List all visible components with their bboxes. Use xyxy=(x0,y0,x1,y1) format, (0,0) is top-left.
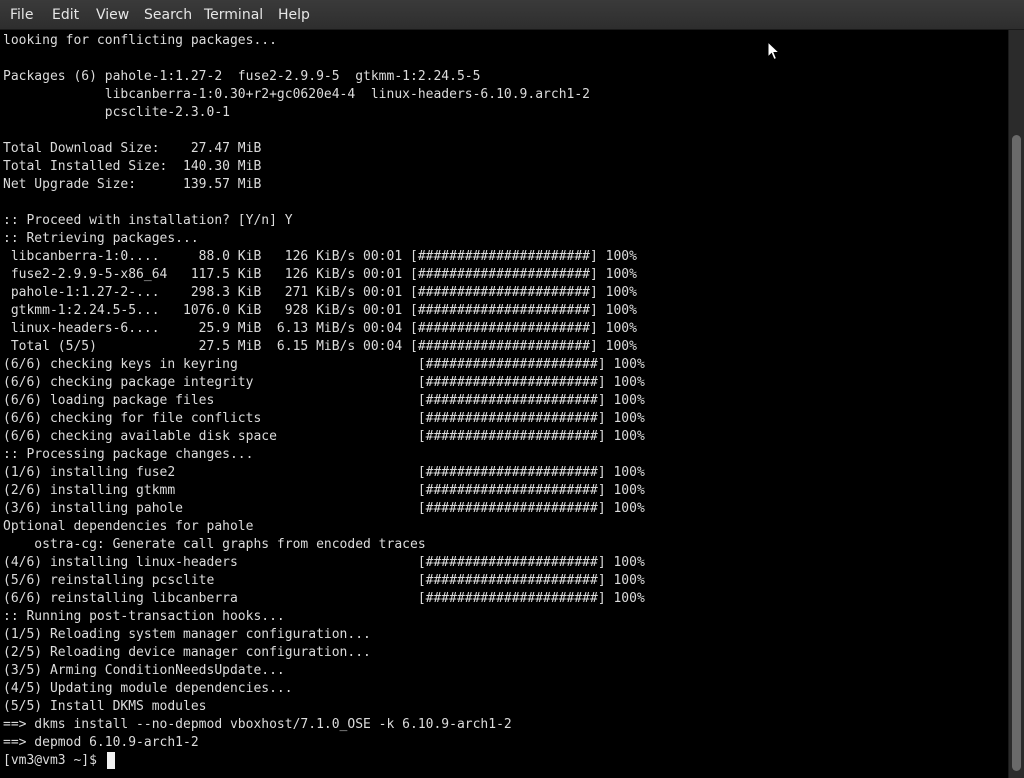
terminal-line: linux-headers-6.... 25.9 MiB 6.13 MiB/s … xyxy=(3,321,637,336)
terminal-line: (2/5) Reloading device manager configura… xyxy=(3,645,371,660)
terminal-line: (4/6) installing linux-headers [########… xyxy=(3,555,645,570)
text-cursor xyxy=(107,752,115,769)
terminal-line: (6/6) checking keys in keyring [########… xyxy=(3,357,645,372)
scrollbar-thumb[interactable] xyxy=(1012,135,1021,771)
terminal-line: ==> dkms install --no-depmod vboxhost/7.… xyxy=(3,717,512,732)
terminal-line: :: Proceed with installation? [Y/n] Y xyxy=(3,213,293,228)
terminal-line: Net Upgrade Size: 139.57 MiB xyxy=(3,177,262,192)
terminal-line: libcanberra-1:0.... 88.0 KiB 126 KiB/s 0… xyxy=(3,249,637,264)
shell-prompt[interactable]: [vm3@vm3 ~]$ xyxy=(3,752,105,770)
terminal-line: :: Running post-transaction hooks... xyxy=(3,609,285,624)
terminal-line: :: Processing package changes... xyxy=(3,447,254,462)
terminal-line: (1/5) Reloading system manager configura… xyxy=(3,627,371,642)
terminal-line: ostra-cg: Generate call graphs from enco… xyxy=(3,537,426,552)
terminal-line: (3/6) installing pahole [###############… xyxy=(3,501,645,516)
mouse-pointer-icon xyxy=(767,41,781,61)
terminal-line: pahole-1:1.27-2-... 298.3 KiB 271 KiB/s … xyxy=(3,285,637,300)
terminal-line: (1/6) installing fuse2 [################… xyxy=(3,465,645,480)
terminal-line: fuse2-2.9.9-5-x86_64 117.5 KiB 126 KiB/s… xyxy=(3,267,637,282)
terminal-line: libcanberra-1:0.30+r2+gc0620e4-4 linux-h… xyxy=(3,87,590,102)
terminal-line: Optional dependencies for pahole xyxy=(3,519,254,534)
menu-file[interactable]: File xyxy=(8,0,35,30)
terminal-line: (2/6) installing gtkmm [################… xyxy=(3,483,645,498)
menu-edit[interactable]: Edit xyxy=(50,0,81,30)
terminal-line: looking for conflicting packages... xyxy=(3,33,277,48)
terminal-line: (6/6) loading package files [###########… xyxy=(3,393,645,408)
terminal-line: (6/6) checking for file conflicts [#####… xyxy=(3,411,645,426)
terminal-line: (6/6) reinstalling libcanberra [########… xyxy=(3,591,645,606)
terminal-output[interactable]: looking for conflicting packages... Pack… xyxy=(0,30,1008,778)
terminal-line: Total Download Size: 27.47 MiB xyxy=(3,141,262,156)
terminal-line: (4/5) Updating module dependencies... xyxy=(3,681,293,696)
terminal-line: pcsclite-2.3.0-1 xyxy=(3,105,230,120)
terminal-line: Total Installed Size: 140.30 MiB xyxy=(3,159,262,174)
terminal-line: Packages (6) pahole-1:1.27-2 fuse2-2.9.9… xyxy=(3,69,481,84)
menu-help[interactable]: Help xyxy=(276,0,312,30)
terminal-line: (5/5) Install DKMS modules xyxy=(3,699,207,714)
terminal-line: (6/6) checking package integrity [######… xyxy=(3,375,645,390)
terminal-line: (3/5) Arming ConditionNeedsUpdate... xyxy=(3,663,285,678)
terminal-line: (5/6) reinstalling pcsclite [###########… xyxy=(3,573,645,588)
menu-search[interactable]: Search xyxy=(142,0,194,30)
terminal-line: (6/6) checking available disk space [###… xyxy=(3,429,645,444)
menu-view[interactable]: View xyxy=(94,0,131,30)
terminal-line: Total (5/5) 27.5 MiB 6.15 MiB/s 00:04 [#… xyxy=(3,339,637,354)
terminal-line: ==> depmod 6.10.9-arch1-2 xyxy=(3,735,199,750)
terminal-line: gtkmm-1:2.24.5-5... 1076.0 KiB 928 KiB/s… xyxy=(3,303,637,318)
terminal-line: :: Retrieving packages... xyxy=(3,231,199,246)
menu-bar: File Edit View Search Terminal Help xyxy=(0,0,1024,30)
menu-terminal[interactable]: Terminal xyxy=(202,0,265,30)
vertical-scrollbar[interactable] xyxy=(1008,30,1024,778)
